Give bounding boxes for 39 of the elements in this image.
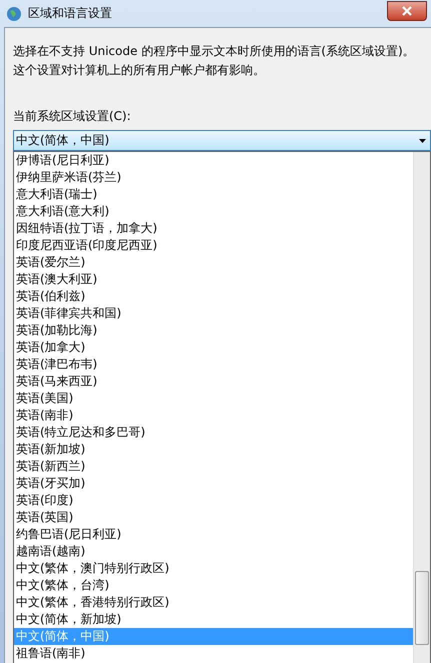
dropdown-option[interactable]: 意大利语(瑞士) <box>14 186 413 203</box>
dropdown-option[interactable]: 祖鲁语(南非) <box>14 645 413 662</box>
dropdown-option[interactable]: 因纽特语(拉丁语，加拿大) <box>14 220 413 237</box>
dropdown-option[interactable]: 英语(加勒比海) <box>14 322 413 339</box>
dropdown-option[interactable]: 英语(印度) <box>14 492 413 509</box>
caret-icon <box>419 138 426 142</box>
scrollbar[interactable] <box>413 152 430 663</box>
dropdown-option[interactable]: 英语(特立尼达和多巴哥) <box>14 424 413 441</box>
dropdown-option[interactable]: 英语(英国) <box>14 509 413 526</box>
dropdown-option[interactable]: 英语(菲律宾共和国) <box>14 305 413 322</box>
dropdown-option[interactable]: 英语(津巴布韦) <box>14 356 413 373</box>
dropdown-option[interactable]: 英语(伯利兹) <box>14 288 413 305</box>
close-icon <box>402 6 412 16</box>
dropdown-option[interactable]: 伊纳里萨米语(芬兰) <box>14 169 413 186</box>
dropdown-option[interactable]: 英语(新加坡) <box>14 441 413 458</box>
dropdown-option[interactable]: 英语(南非) <box>14 407 413 424</box>
dropdown-option[interactable]: 英语(新西兰) <box>14 458 413 475</box>
dropdown-option[interactable]: 中文(繁体，台湾) <box>14 577 413 594</box>
dropdown-option[interactable]: 伊博语(尼日利亚) <box>14 152 413 169</box>
close-button[interactable] <box>387 0 427 20</box>
dropdown-option[interactable]: 越南语(越南) <box>14 543 413 560</box>
dropdown-option[interactable]: 中文(繁体，香港特别行政区) <box>14 594 413 611</box>
locale-dropdown[interactable]: 中文(简体，中国) <box>13 130 431 151</box>
dropdown-option[interactable]: 英语(澳大利亚) <box>14 271 413 288</box>
dropdown-option[interactable]: 英语(牙买加) <box>14 475 413 492</box>
globe-icon <box>6 6 22 22</box>
window-title: 区域和语言设置 <box>28 5 113 22</box>
dropdown-option[interactable]: 约鲁巴语(尼日利亚) <box>14 526 413 543</box>
dropdown-option[interactable]: 英语(加拿大) <box>14 339 413 356</box>
dropdown-option[interactable]: 印度尼西亚语(印度尼西亚) <box>14 237 413 254</box>
dropdown-option[interactable]: 英语(爱尔兰) <box>14 254 413 271</box>
dropdown-option[interactable]: 意大利语(意大利) <box>14 203 413 220</box>
dropdown-option[interactable]: 英语(马来西亚) <box>14 373 413 390</box>
dropdown-option[interactable]: 中文(简体，新加坡) <box>14 611 413 628</box>
dropdown-option[interactable]: 英语(美国) <box>14 390 413 407</box>
dropdown-option[interactable]: 中文(繁体，澳门特别行政区) <box>14 560 413 577</box>
scrollbar-thumb[interactable] <box>415 571 429 645</box>
locale-label: 当前系统区域设置(C): <box>13 108 132 125</box>
description-text: 选择在不支持 Unicode 的程序中显示文本时所使用的语言(系统区域设置)。这个设置对计算机上的所有用户帐户都有影响。 <box>13 43 416 79</box>
